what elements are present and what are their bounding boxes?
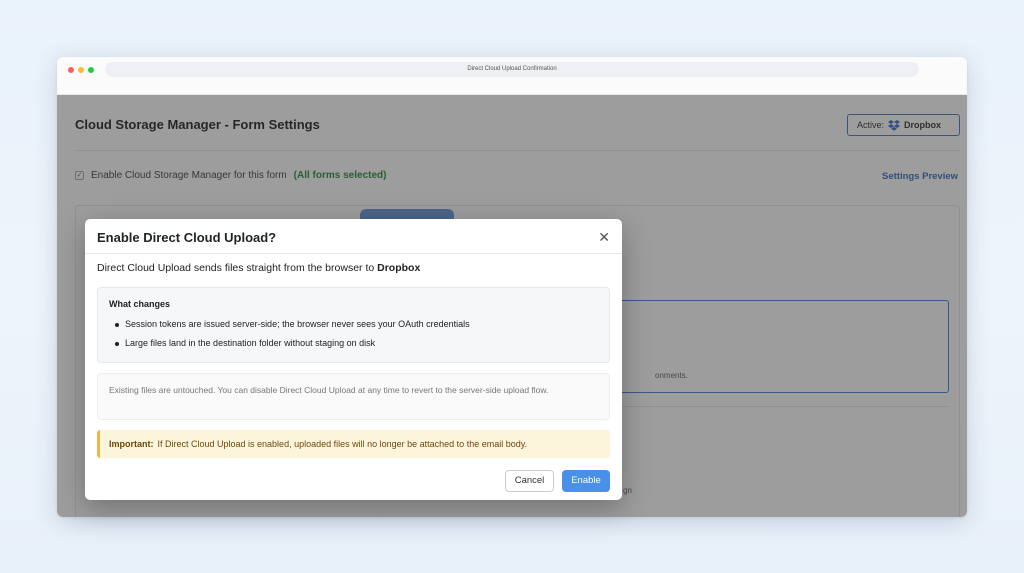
changes-box: What changes Session tokens are issued s… [97, 287, 610, 363]
warning-callout: Important: If Direct Cloud Upload is enab… [97, 430, 610, 458]
list-item: Large files land in the destination fold… [115, 338, 470, 349]
cancel-button[interactable]: Cancel [505, 470, 554, 492]
intro-provider: Dropbox [377, 262, 421, 274]
address-bar[interactable]: Direct Cloud Upload Confirmation [105, 62, 919, 77]
enable-button[interactable]: Enable [562, 470, 610, 492]
dialog-title: Enable Direct Cloud Upload? [97, 230, 277, 245]
dialog-intro: Direct Cloud Upload sends files straight… [97, 262, 420, 274]
changes-list: Session tokens are issued server-side; t… [115, 319, 470, 357]
maximize-window-dot[interactable] [88, 67, 94, 73]
info-note: Existing files are untouched. You can di… [97, 373, 610, 420]
close-window-dot[interactable] [68, 67, 74, 73]
warning-text: If Direct Cloud Upload is enabled, uploa… [157, 439, 528, 449]
list-item: Session tokens are issued server-side; t… [115, 319, 470, 329]
divider [85, 253, 622, 254]
minimize-window-dot[interactable] [78, 67, 84, 73]
changes-title: What changes [109, 299, 171, 309]
close-icon[interactable]: ✕ [598, 229, 610, 245]
enable-direct-upload-dialog: Enable Direct Cloud Upload? ✕ Direct Clo… [85, 219, 622, 500]
title-bar: Direct Cloud Upload Confirmation [57, 57, 967, 95]
intro-text: Direct Cloud Upload sends files straight… [97, 262, 375, 274]
warning-label: Important: [109, 439, 154, 449]
